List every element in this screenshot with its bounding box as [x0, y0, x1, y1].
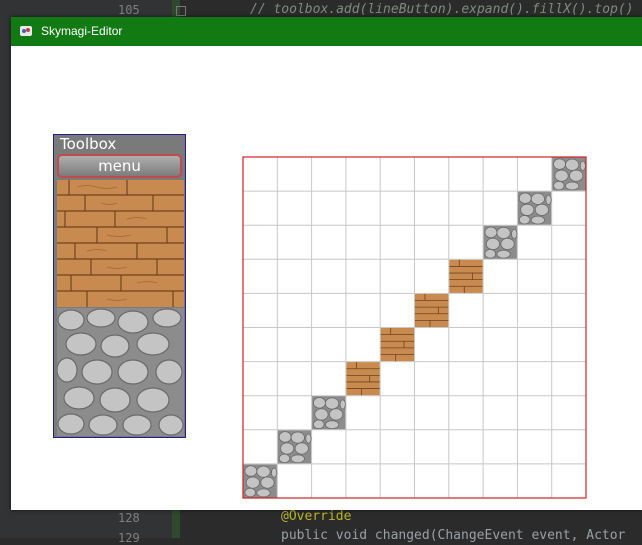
- stone-tile-icon[interactable]: [57, 308, 184, 436]
- stone-tile-cell[interactable]: [277, 430, 312, 464]
- wood-tile-cell[interactable]: [449, 259, 483, 293]
- line-number: 105: [118, 3, 140, 17]
- code-line: @Override: [281, 509, 352, 524]
- stone-tile-cell[interactable]: [243, 464, 278, 498]
- toolbox-panel[interactable]: Toolbox menu: [53, 134, 186, 438]
- stone-tile-cell[interactable]: [517, 191, 552, 225]
- app-window: Skymagi-Editor Toolbox menu: [11, 17, 642, 510]
- editor-canvas[interactable]: Toolbox menu: [11, 46, 642, 510]
- app-icon: [20, 26, 32, 36]
- wood-tile-cell[interactable]: [380, 328, 414, 362]
- window-title: Skymagi-Editor: [41, 24, 123, 38]
- line-number: 129: [118, 531, 140, 545]
- code-line: // toolbox.add(lineButton).expand().fill…: [250, 2, 634, 17]
- stone-tile-cell[interactable]: [483, 225, 518, 259]
- tile-grid[interactable]: [242, 156, 587, 499]
- wood-tile-icon[interactable]: [57, 180, 184, 307]
- line-number: 128: [118, 511, 140, 525]
- toolbox-title: Toolbox: [60, 135, 117, 153]
- wood-tile-cell[interactable]: [415, 293, 449, 327]
- stone-tile-cell[interactable]: [552, 157, 586, 191]
- code-line: public void changed(ChangeEvent event, A…: [281, 528, 626, 543]
- window-titlebar[interactable]: Skymagi-Editor: [11, 17, 642, 46]
- wood-tile-cell[interactable]: [346, 362, 380, 396]
- fold-icon[interactable]: [176, 6, 186, 16]
- menu-button[interactable]: menu: [57, 154, 182, 178]
- stone-tile-cell[interactable]: [312, 396, 346, 430]
